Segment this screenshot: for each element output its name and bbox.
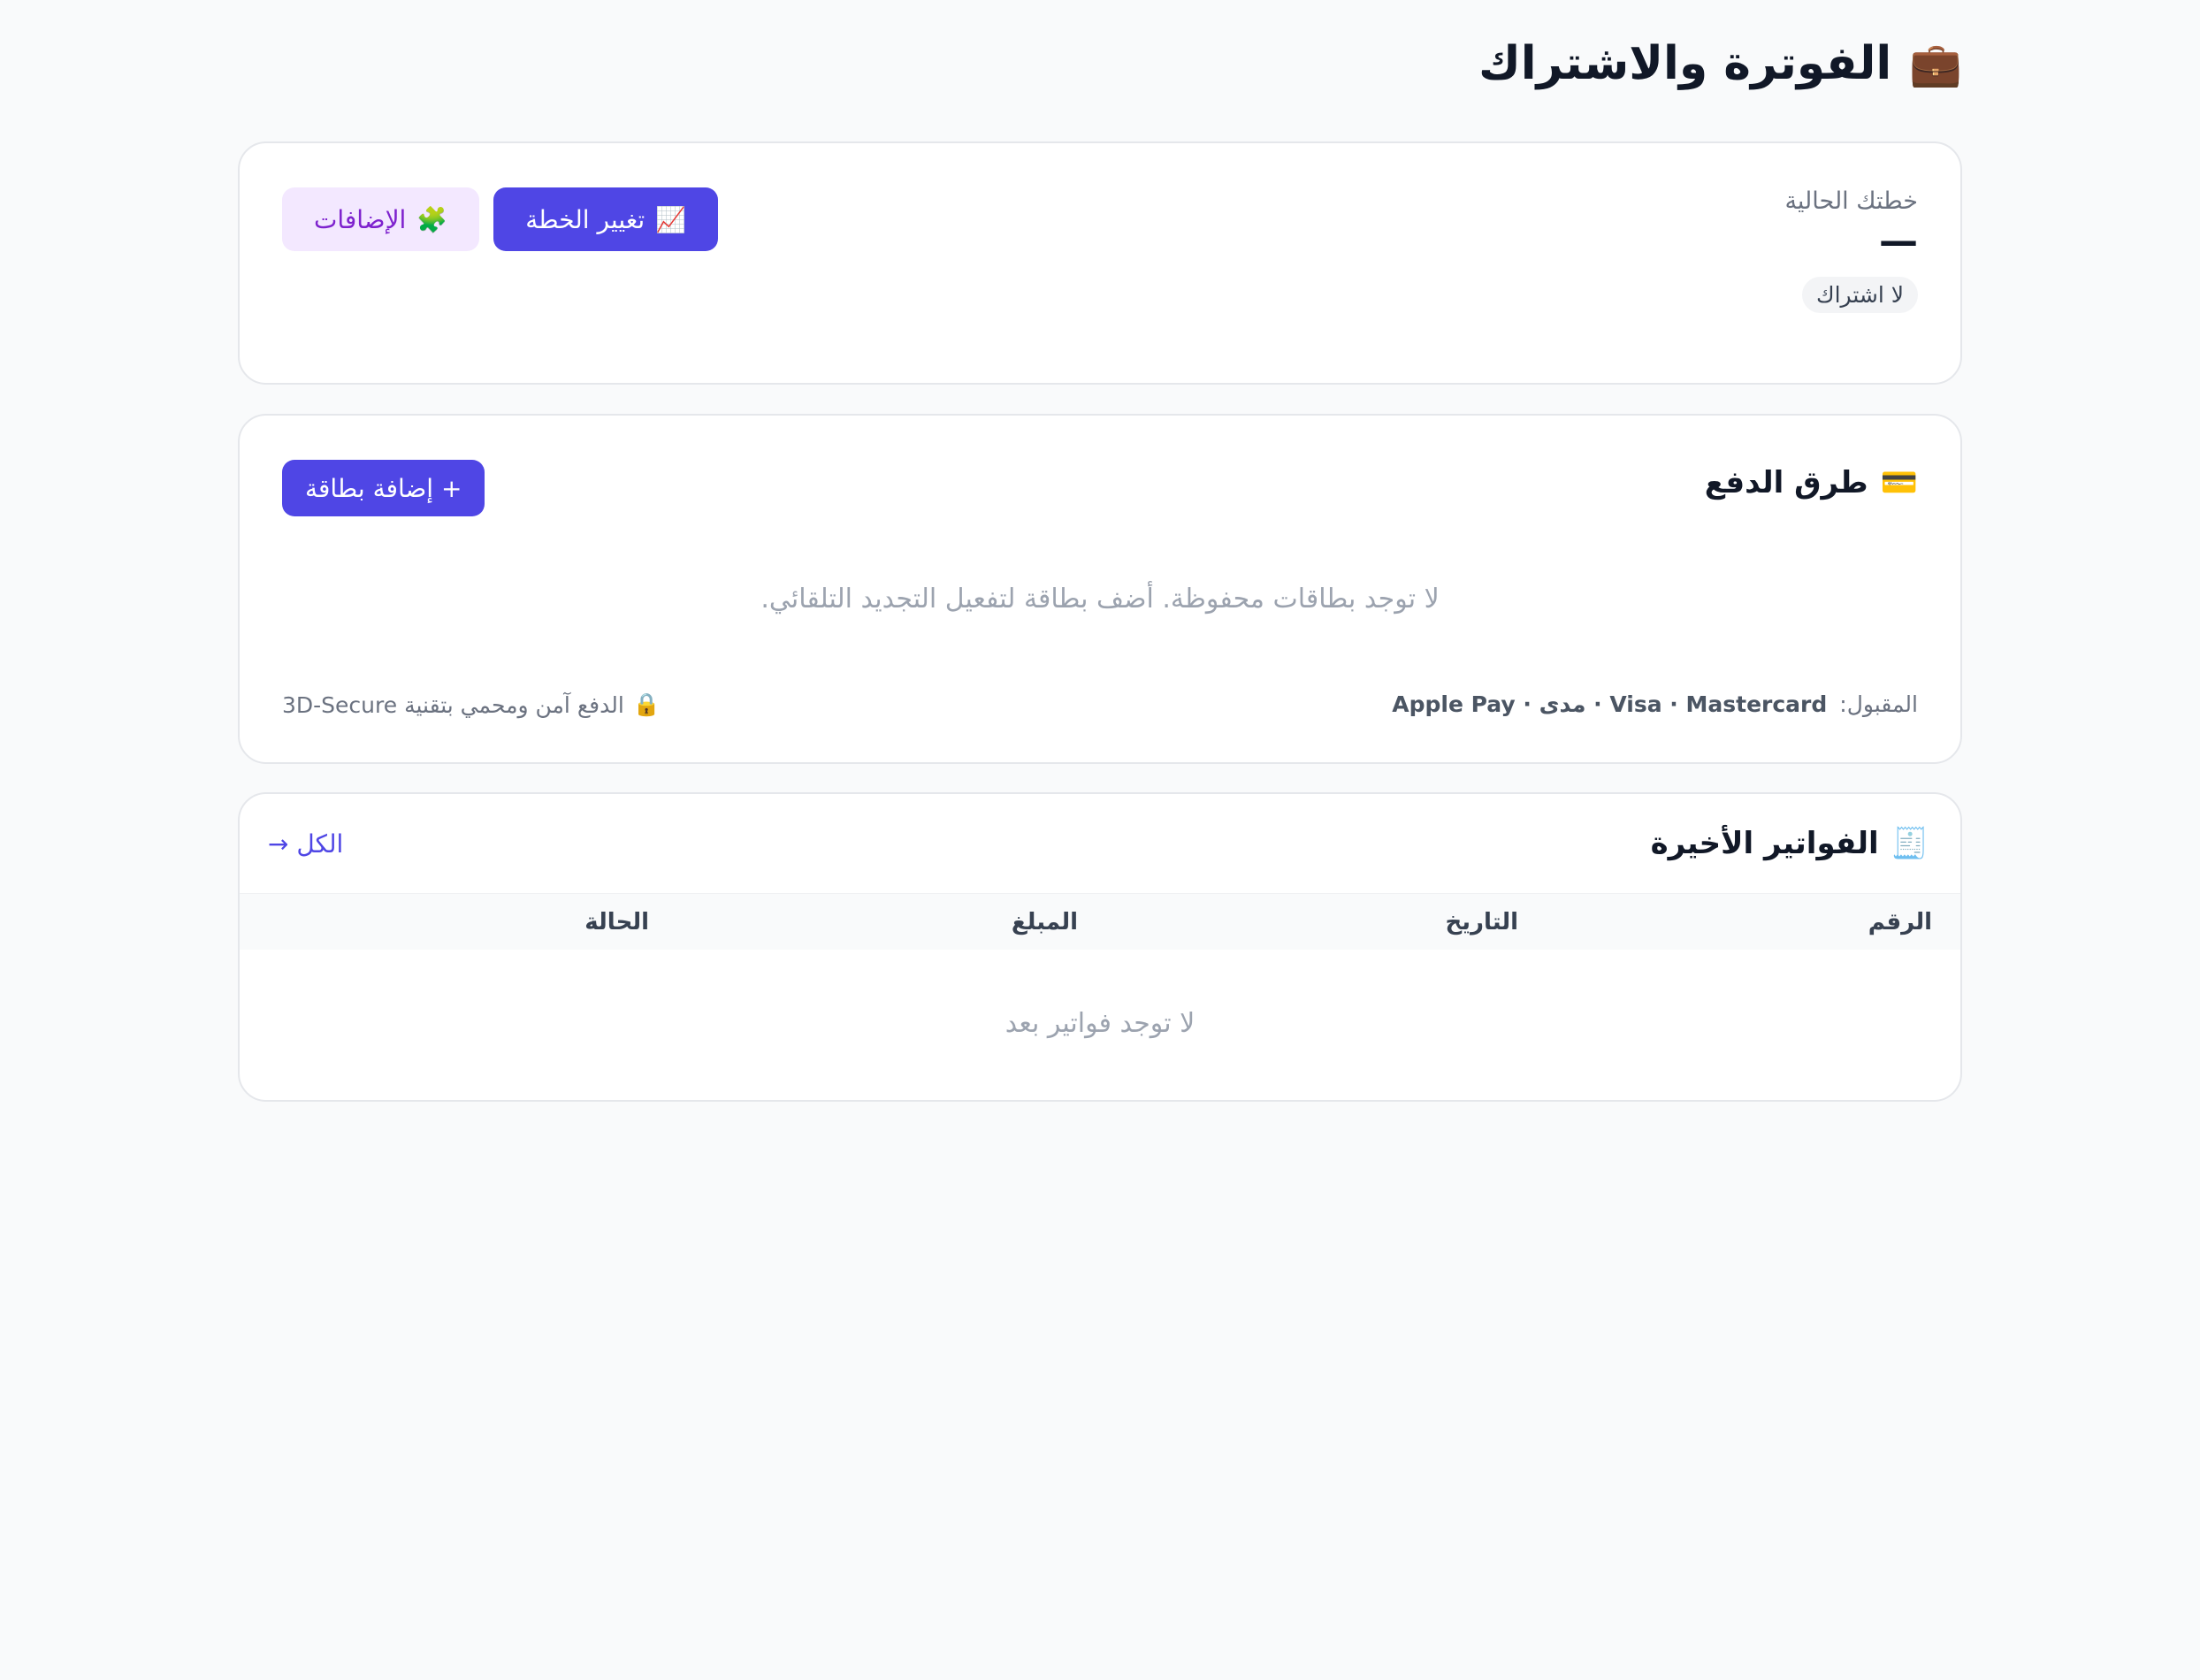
- view-all-link[interactable]: الكل →: [268, 829, 343, 859]
- billing-page: 💼 الفوترة والاشتراك خطتك الحالية — لا اش…: [0, 0, 2200, 1680]
- addons-button[interactable]: 🧩 الإضافات: [282, 187, 480, 251]
- column-status[interactable]: الحالة: [584, 894, 649, 951]
- accepted-methods-list: Apple Pay · مدى · Visa · Mastercard: [1392, 691, 1828, 717]
- empty-invoices-message: لا توجد فواتير بعد: [1005, 1008, 1195, 1039]
- payment-methods-title: 💳 طرق الدفع: [1705, 465, 1918, 500]
- plan-info: خطتك الحالية — لا اشتراك: [1784, 187, 1918, 314]
- recent-invoices-title: 🧾 الفواتير الأخيرة: [1651, 826, 1929, 861]
- chart-up-icon: 📈: [655, 204, 687, 234]
- briefcase-icon: 💼: [1909, 39, 1962, 89]
- accepted-label: المقبول:: [1839, 691, 1918, 717]
- column-number[interactable]: الرقم: [1868, 894, 1932, 951]
- page-title: 💼 الفوترة والاشتراك: [1478, 37, 1962, 90]
- status-badge: لا اشتراك: [1802, 277, 1918, 314]
- credit-card-icon: 💳: [1880, 465, 1918, 500]
- column-date[interactable]: التاريخ: [1445, 894, 1518, 951]
- add-card-button[interactable]: + إضافة بطاقة: [282, 460, 485, 516]
- accepted-methods: المقبول: Apple Pay · مدى · Visa · Master…: [1392, 691, 1918, 717]
- receipt-icon: 🧾: [1891, 826, 1929, 861]
- current-plan-card: خطتك الحالية — لا اشتراك 📈 تغيير الخطة 🧩…: [238, 141, 1962, 385]
- change-plan-label: تغيير الخطة: [525, 204, 645, 234]
- plan-label: خطتك الحالية: [1784, 187, 1918, 215]
- empty-cards-message: لا توجد بطاقات محفوظة. أضف بطاقة لتفعيل …: [760, 584, 1440, 615]
- payment-methods-title-text: طرق الدفع: [1704, 465, 1868, 500]
- puzzle-icon: 🧩: [416, 204, 448, 234]
- secure-payment-note: 🔒 الدفع آمن ومحمي بتقنية 3D-Secure: [282, 691, 661, 718]
- invoices-table-header: الرقم التاريخ المبلغ الحالة: [240, 893, 1960, 950]
- lock-icon: 🔒: [632, 691, 661, 717]
- addons-label: الإضافات: [314, 204, 407, 234]
- plan-value: —: [1879, 218, 1918, 263]
- change-plan-button[interactable]: 📈 تغيير الخطة: [493, 187, 719, 251]
- payment-methods-card: 💳 طرق الدفع + إضافة بطاقة لا توجد بطاقات…: [238, 414, 1962, 764]
- plan-actions: 📈 تغيير الخطة 🧩 الإضافات: [282, 187, 719, 251]
- recent-invoices-card: 🧾 الفواتير الأخيرة الكل → الرقم التاريخ …: [238, 792, 1962, 1102]
- column-amount[interactable]: المبلغ: [1012, 894, 1078, 951]
- recent-invoices-title-text: الفواتير الأخيرة: [1650, 826, 1879, 861]
- page-title-text: الفوترة والاشتراك: [1478, 37, 1892, 90]
- secure-payment-text: الدفع آمن ومحمي بتقنية 3D-Secure: [282, 691, 624, 718]
